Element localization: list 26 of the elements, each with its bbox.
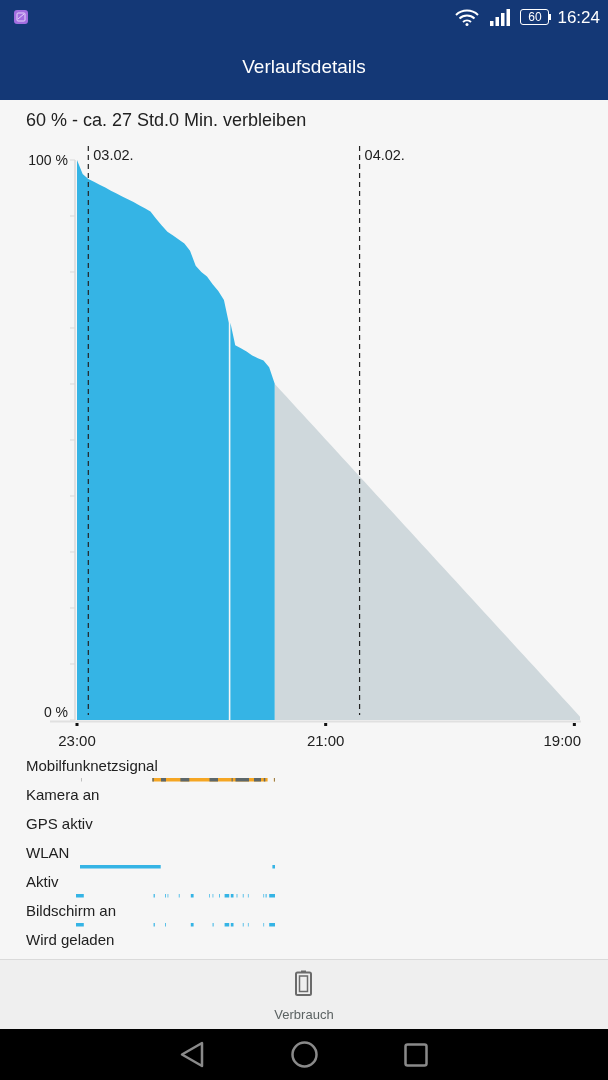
recent-apps-icon[interactable]: [404, 1042, 428, 1067]
date-label: 03.02.: [93, 147, 134, 163]
page-title: Verlaufsdetails: [242, 54, 366, 79]
activity-label: WLAN: [26, 843, 70, 863]
x-axis-label: 19:00: [543, 731, 581, 749]
date-label: 04.02.: [364, 147, 405, 163]
x-axis-label: 23:00: [58, 731, 96, 749]
signal-icon: [490, 8, 511, 26]
activity-label: Mobilfunknetzsignal: [26, 756, 158, 776]
status-time: 16:24: [557, 8, 600, 26]
usage-button[interactable]: Verbrauch: [262, 960, 346, 1029]
wifi-icon: [455, 8, 480, 26]
x-axis-label: 21:00: [306, 731, 345, 749]
remaining-time-text: 60 % - ca. 27 Std.0 Min. verbleiben: [26, 108, 307, 132]
activity-label: Bildschirm an: [26, 901, 117, 921]
picture-icon: [14, 10, 28, 24]
home-icon[interactable]: [290, 1041, 318, 1068]
activity-label: Wird geladen: [26, 930, 115, 950]
back-icon[interactable]: [180, 1041, 204, 1068]
y-axis-label: 100 %: [28, 152, 68, 168]
battery-indicator: 60: [520, 9, 552, 25]
activity-label: GPS aktiv: [26, 814, 93, 834]
y-axis-label: 0 %: [43, 704, 68, 720]
battery-icon: [295, 970, 313, 996]
activity-label: Kamera an: [26, 785, 100, 805]
activity-label: Aktiv: [26, 872, 59, 892]
